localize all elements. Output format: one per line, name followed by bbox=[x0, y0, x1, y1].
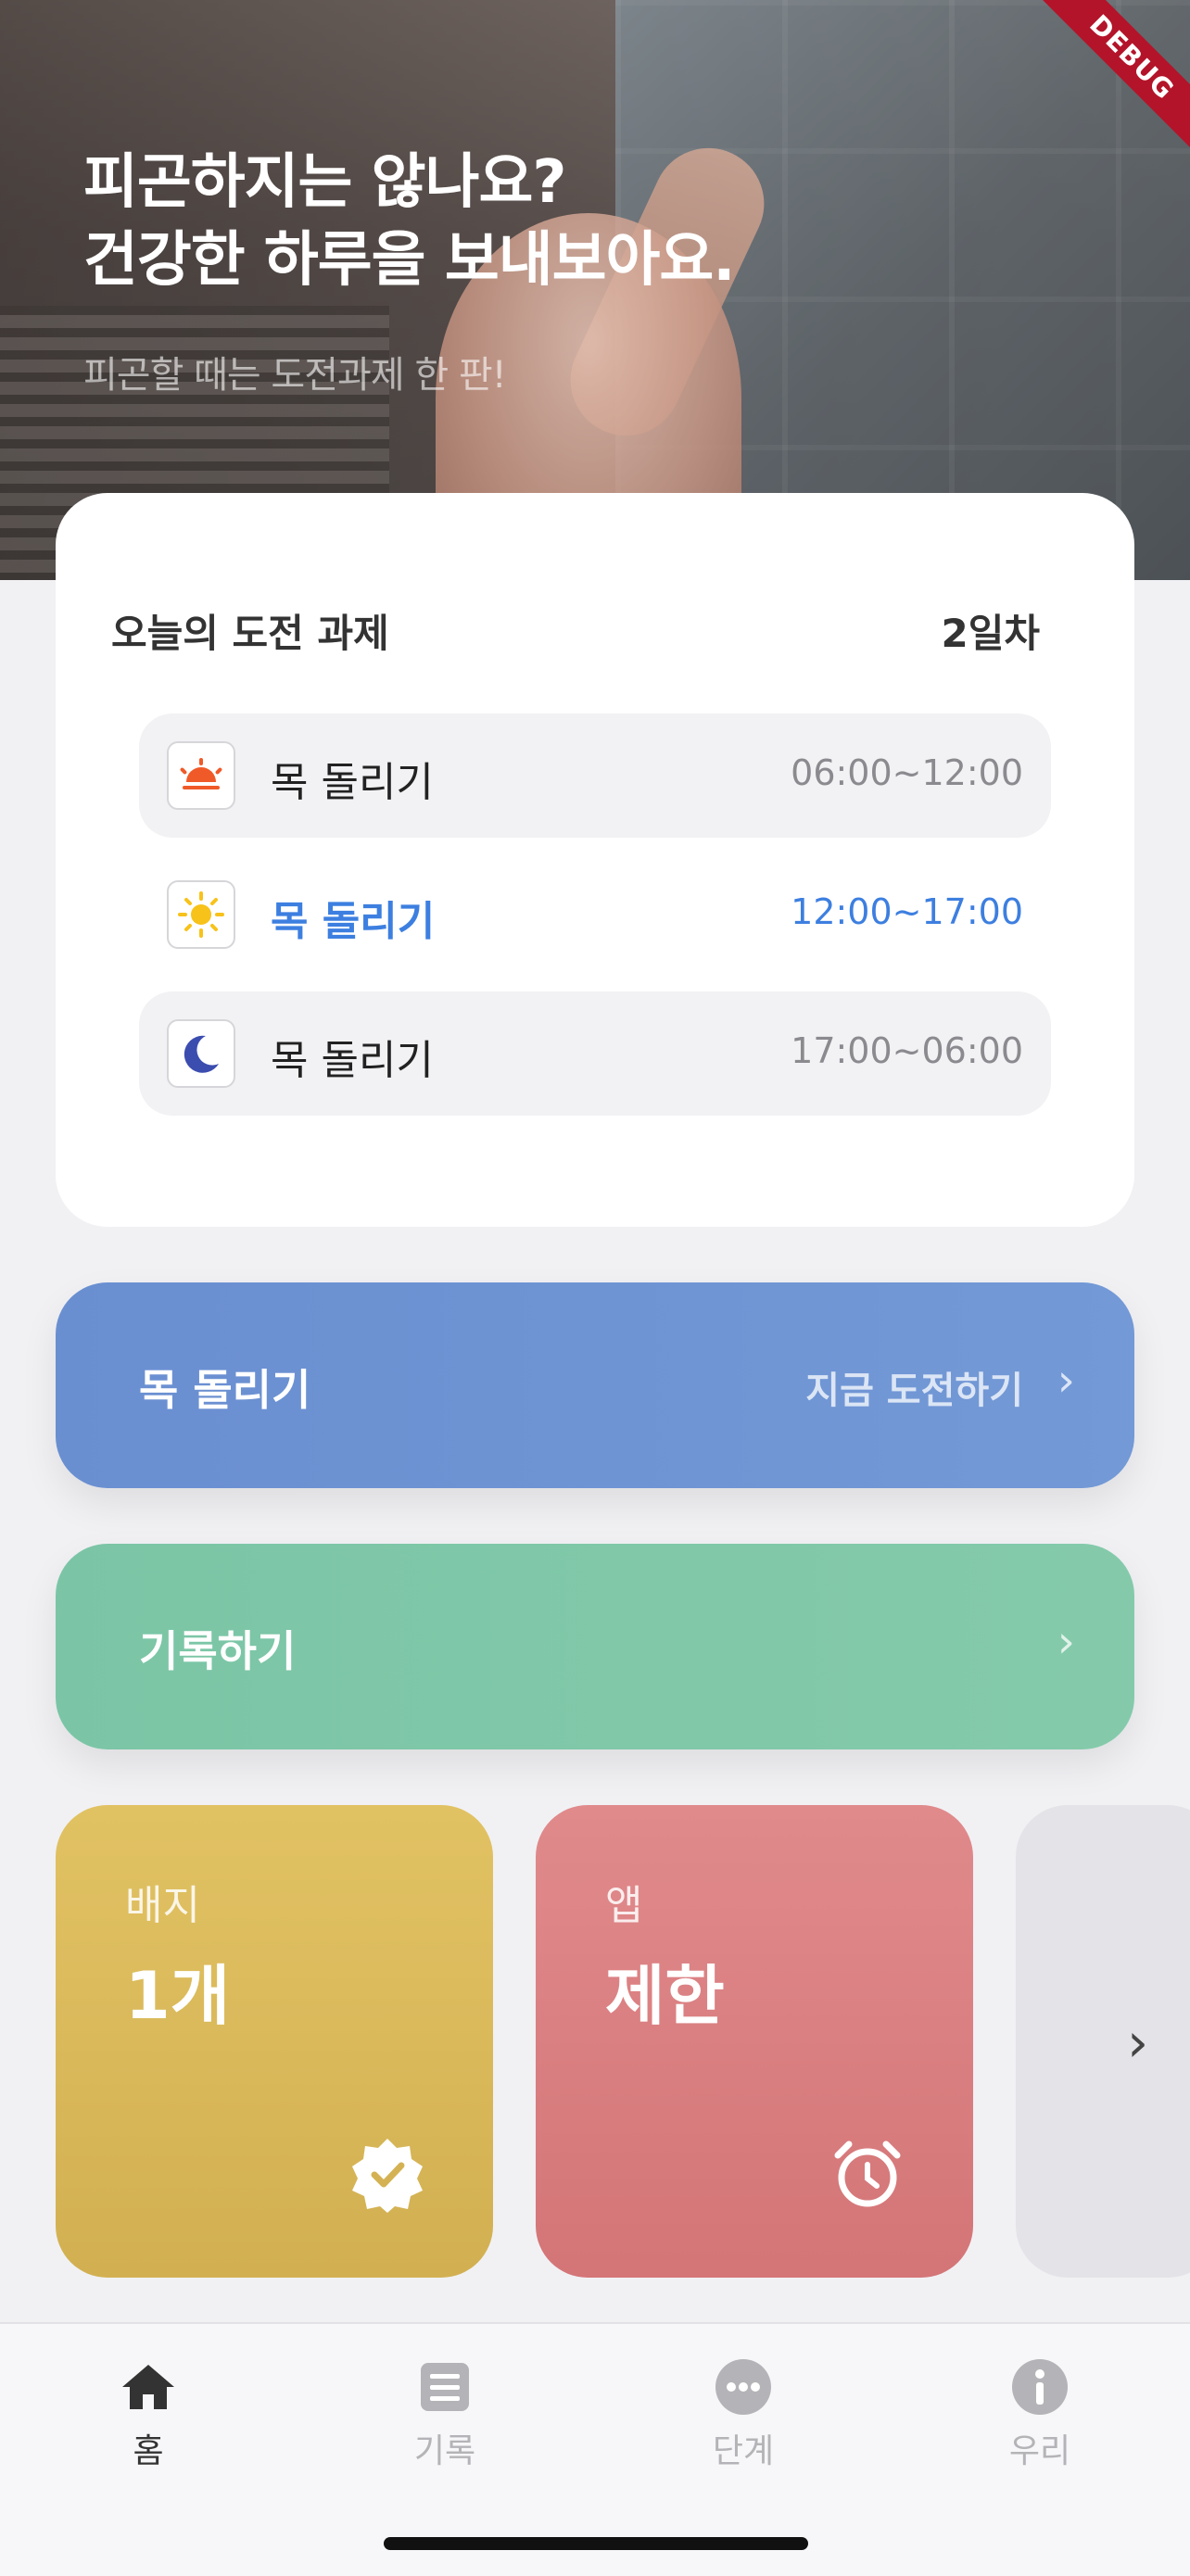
tab-stage[interactable]: 단계 bbox=[669, 2357, 817, 2472]
challenge-item-morning[interactable]: 목 돌리기 06:00~12:00 bbox=[139, 713, 1051, 838]
record-button-label: 기록하기 bbox=[139, 1626, 297, 1676]
challenge-item-name: 목 돌리기 bbox=[271, 1037, 434, 1084]
hero-title: 피곤하지는 않나요? 건강한 하루을 보내보아요. bbox=[83, 148, 736, 295]
tab-label: 우리 bbox=[1008, 2432, 1071, 2470]
chevron-right-icon: › bbox=[1057, 1616, 1075, 1668]
start-challenge-button[interactable]: 목 돌리기 지금 도전하기 › bbox=[56, 1282, 1134, 1488]
more-tiles-button[interactable]: › bbox=[1016, 1805, 1190, 2278]
badge-tile-value: 1개 bbox=[125, 1958, 231, 2034]
challenge-item-afternoon[interactable]: 목 돌리기 12:00~17:00 bbox=[139, 852, 1051, 977]
app-limit-tile-caption: 앱 bbox=[605, 1882, 643, 1929]
home-indicator bbox=[384, 2537, 808, 2550]
alarm-clock-icon bbox=[834, 2140, 901, 2207]
challenge-button-cta: 지금 도전하기 bbox=[805, 1370, 1023, 1412]
home-icon bbox=[122, 2365, 174, 2409]
sunrise-icon bbox=[167, 741, 235, 810]
tab-about[interactable]: 우리 bbox=[966, 2357, 1114, 2472]
more-dots-icon bbox=[715, 2359, 771, 2415]
challenge-item-time: 17:00~06:00 bbox=[791, 1030, 1023, 1071]
badge-check-icon bbox=[352, 2139, 423, 2213]
chevron-right-icon: › bbox=[1127, 2011, 1149, 2074]
list-icon bbox=[421, 2363, 469, 2411]
badge-tile-caption: 배지 bbox=[125, 1882, 200, 1929]
sun-icon bbox=[167, 880, 235, 949]
hero-subtitle: 피곤할 때는 도전과제 한 판! bbox=[83, 354, 507, 397]
challenge-button-label: 목 돌리기 bbox=[139, 1365, 311, 1415]
challenge-item-time: 12:00~17:00 bbox=[791, 891, 1023, 932]
tab-record[interactable]: 기록 bbox=[371, 2357, 519, 2472]
record-button[interactable]: 기록하기 › bbox=[56, 1544, 1134, 1749]
challenge-day-count: 2일차 bbox=[941, 611, 1040, 656]
tab-label: 기록 bbox=[413, 2432, 476, 2470]
badge-tile[interactable]: 배지 1개 bbox=[56, 1805, 493, 2278]
app-limit-tile[interactable]: 앱 제한 bbox=[536, 1805, 973, 2278]
challenge-item-name: 목 돌리기 bbox=[271, 898, 436, 945]
challenge-item-evening[interactable]: 목 돌리기 17:00~06:00 bbox=[139, 991, 1051, 1116]
challenge-item-time: 06:00~12:00 bbox=[791, 752, 1023, 793]
tab-label: 단계 bbox=[712, 2432, 775, 2470]
card-title: 오늘의 도전 과제 bbox=[111, 611, 389, 656]
chevron-right-icon: › bbox=[1057, 1355, 1075, 1407]
app-limit-tile-value: 제한 bbox=[605, 1958, 725, 2034]
tab-label: 홈 bbox=[133, 2432, 164, 2470]
tab-home[interactable]: 홈 bbox=[74, 2357, 222, 2472]
challenge-item-name: 목 돌리기 bbox=[271, 759, 434, 806]
moon-icon bbox=[167, 1019, 235, 1088]
info-icon bbox=[1012, 2359, 1068, 2415]
